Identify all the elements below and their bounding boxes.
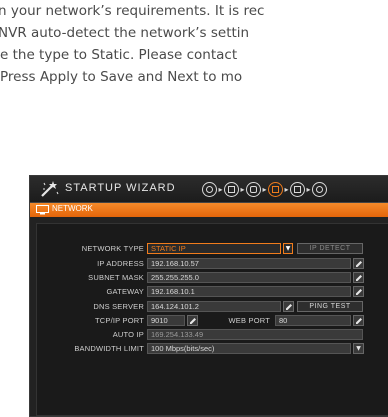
ping-test-button[interactable]: PING TEST <box>297 301 363 312</box>
intro-line-2: NVR auto-detect the network’s settin <box>0 25 250 41</box>
gateway-field[interactable]: 192.168.10.1 <box>147 286 351 297</box>
wizard-steps: ▸ ▸ ▸ ▸ ▸ <box>202 181 327 197</box>
ip-address-label: IP ADDRESS <box>97 259 144 268</box>
tcp-port-label: TCP/IP PORT <box>94 316 144 325</box>
edit-pencil-icon[interactable] <box>353 286 364 297</box>
auto-ip-label: AUTO IP <box>112 330 144 339</box>
edit-pencil-icon[interactable] <box>353 315 364 326</box>
step-arrow-icon: ▸ <box>306 184 311 194</box>
edit-pencil-icon[interactable] <box>353 272 364 283</box>
ip-address-field[interactable]: 192.168.10.57 <box>147 258 351 269</box>
startup-wizard-window: STARTUP WIZARD ▸ ▸ ▸ ▸ ▸ NETWORK NETWORK… <box>29 175 388 417</box>
subnet-mask-field[interactable]: 255.255.255.0 <box>147 272 351 283</box>
step-record-icon[interactable] <box>312 181 327 197</box>
step-calendar-icon[interactable] <box>224 181 239 197</box>
edit-pencil-icon[interactable] <box>283 301 294 312</box>
network-section-header: NETWORK <box>30 203 388 217</box>
monitor-icon <box>36 205 49 215</box>
ip-detect-button[interactable]: IP DETECT <box>297 243 363 254</box>
gateway-label: GATEWAY <box>106 287 144 296</box>
dns-server-field[interactable]: 164.124.101.2 <box>147 301 281 312</box>
subnet-mask-label: SUBNET MASK <box>88 273 144 282</box>
step-camera-icon[interactable] <box>246 181 261 197</box>
section-title: NETWORK <box>52 204 93 213</box>
web-port-label: WEB PORT <box>228 316 270 325</box>
bandwidth-limit-select[interactable]: 100 Mbps(bits/sec) <box>147 343 351 354</box>
step-arrow-icon: ▸ <box>240 184 245 194</box>
wizard-titlebar: STARTUP WIZARD ▸ ▸ ▸ ▸ ▸ <box>30 176 388 203</box>
edit-pencil-icon[interactable] <box>353 258 364 269</box>
step-arrow-icon: ▸ <box>284 184 289 194</box>
intro-line-1: n your network’s requirements. It is rec <box>0 3 265 19</box>
dns-server-label: DNS SERVER <box>93 302 144 311</box>
step-disk-icon[interactable] <box>202 181 217 197</box>
chevron-down-icon[interactable]: ▼ <box>283 243 293 254</box>
intro-line-3: e the type to Static. Please contact <box>0 47 238 63</box>
step-arrow-icon: ▸ <box>262 184 267 194</box>
intro-line-4: Press Apply to Save and Next to mo <box>0 69 243 85</box>
chevron-down-icon[interactable]: ▼ <box>353 343 364 354</box>
intro-text: n your network’s requirements. It is rec… <box>0 0 388 88</box>
step-arrow-icon: ▸ <box>218 184 223 194</box>
step-display-icon[interactable] <box>290 181 305 197</box>
network-type-select[interactable]: STATIC IP <box>147 243 281 254</box>
network-settings-panel: NETWORK TYPE STATIC IP ▼ IP DETECT IP AD… <box>36 223 388 416</box>
auto-ip-field: 169.254.133.49 <box>147 329 363 340</box>
web-port-field[interactable]: 80 <box>275 315 351 326</box>
step-network-icon[interactable] <box>268 181 283 197</box>
network-type-label: NETWORK TYPE <box>81 244 144 253</box>
bandwidth-limit-label: BANDWIDTH LIMIT <box>74 344 144 353</box>
wizard-title: STARTUP WIZARD <box>65 182 176 194</box>
wizard-wand-icon <box>41 181 59 197</box>
